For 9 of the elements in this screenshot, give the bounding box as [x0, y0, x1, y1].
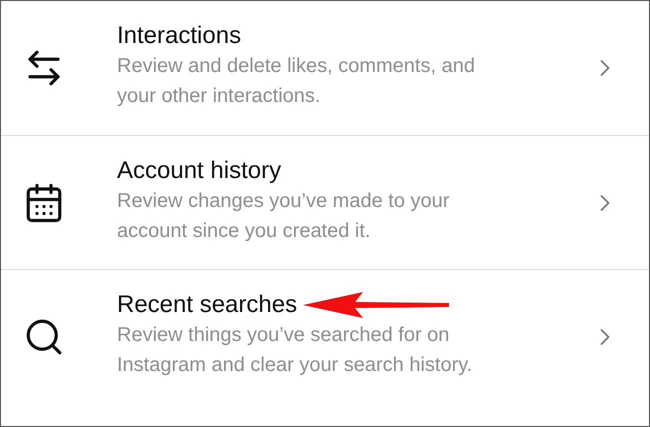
row-description: Review and delete likes, comments, and your other interactions. [117, 54, 476, 109]
row-description: Review changes you’ve made to your account since you created it. [117, 188, 450, 244]
row-title: Account history [117, 156, 282, 186]
settings-row[interactable]: Interactions Review and delete likes, comments, and your other interactions. [1, 1, 649, 135]
row-title: Recent searches [117, 290, 298, 320]
settings-row[interactable]: Account history Review changes you’ve made to your account since you created it. [1, 135, 649, 269]
settings-row[interactable]: Recent searches Review things you’ve searched for on Instagram and clear your search history. [1, 269, 649, 403]
row-description: Review things you’ve searched for on Instagram and clear your search history. [117, 322, 474, 378]
row-title: Interactions [117, 21, 242, 51]
